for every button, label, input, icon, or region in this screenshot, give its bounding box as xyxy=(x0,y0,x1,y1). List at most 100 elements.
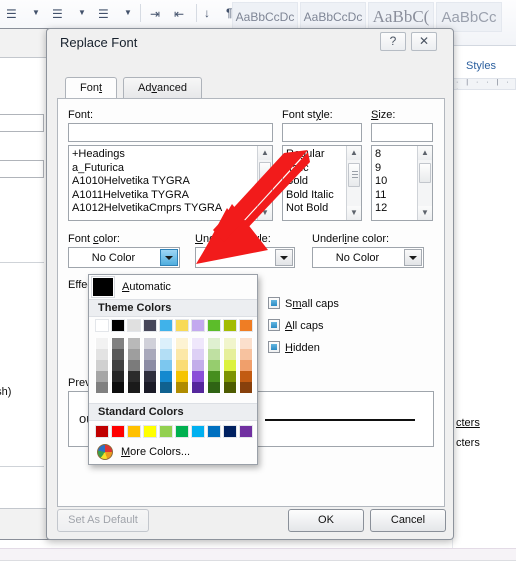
standard-color-swatch[interactable] xyxy=(127,425,141,438)
theme-color-variant-swatch[interactable] xyxy=(95,360,109,371)
style-item-2[interactable]: Bold xyxy=(286,175,346,189)
font-item-1[interactable]: a_Futurica xyxy=(72,162,257,176)
theme-color-variant-swatch[interactable] xyxy=(175,338,189,349)
font-listbox[interactable]: +Headings a_Futurica A1010Helvetika TYGR… xyxy=(68,145,273,221)
font-item-0[interactable]: +Headings xyxy=(72,148,257,162)
font-color-combo[interactable]: No Color xyxy=(68,247,180,268)
standard-color-swatch[interactable] xyxy=(95,425,109,438)
underline-color-combo[interactable]: No Color xyxy=(312,247,424,268)
theme-color-variant-swatch[interactable] xyxy=(95,338,109,349)
standard-color-swatch[interactable] xyxy=(159,425,173,438)
theme-color-variant-swatch[interactable] xyxy=(159,349,173,360)
theme-color-variant-swatch[interactable] xyxy=(175,360,189,371)
size-list-scrollbar[interactable]: ▲ ▼ xyxy=(417,146,432,220)
close-icon[interactable]: ✕ xyxy=(411,32,437,51)
theme-color-swatch[interactable] xyxy=(127,319,141,332)
help-icon[interactable]: ? xyxy=(380,32,406,51)
theme-color-variant-swatch[interactable] xyxy=(111,371,125,382)
style-item-4[interactable]: Not Bold xyxy=(286,202,346,216)
standard-color-swatch[interactable] xyxy=(191,425,205,438)
theme-color-variant-swatch[interactable] xyxy=(111,382,125,393)
theme-color-variant-swatch[interactable] xyxy=(143,360,157,371)
size-item-4[interactable]: 12 xyxy=(375,202,417,216)
theme-color-variant-swatch[interactable] xyxy=(111,349,125,360)
size-item-0[interactable]: 8 xyxy=(375,148,417,162)
theme-color-swatch[interactable] xyxy=(159,319,173,332)
standard-color-swatch[interactable] xyxy=(111,425,125,438)
checkbox-all-caps[interactable]: All caps xyxy=(268,319,324,332)
underline-style-combo[interactable] xyxy=(195,247,295,268)
bullet-list-icon[interactable]: ☰ xyxy=(6,8,17,20)
checkbox-box-small-caps[interactable] xyxy=(268,297,280,309)
standard-color-swatch[interactable] xyxy=(175,425,189,438)
theme-color-variant-swatch[interactable] xyxy=(223,382,237,393)
theme-color-variant-swatch[interactable] xyxy=(127,371,141,382)
theme-color-swatch[interactable] xyxy=(207,319,221,332)
set-as-default-button[interactable]: Set As Default xyxy=(57,509,149,532)
theme-color-variant-swatch[interactable] xyxy=(207,371,221,382)
ok-button[interactable]: OK xyxy=(288,509,364,532)
theme-color-variant-swatch[interactable] xyxy=(143,349,157,360)
theme-color-variant-swatch[interactable] xyxy=(207,349,221,360)
checkbox-box-all-caps[interactable] xyxy=(268,319,280,331)
theme-color-variant-swatch[interactable] xyxy=(111,338,125,349)
style-item-1[interactable]: Italic xyxy=(286,162,346,176)
scroll-up-icon[interactable]: ▲ xyxy=(418,146,432,160)
size-input[interactable] xyxy=(371,123,433,142)
cancel-button[interactable]: Cancel xyxy=(370,509,446,532)
size-scroll-thumb[interactable] xyxy=(419,163,431,183)
more-colors-item[interactable]: More Colors... xyxy=(89,440,257,464)
theme-color-variant-swatch[interactable] xyxy=(239,338,253,349)
chevron-down-icon-1[interactable]: ▼ xyxy=(32,9,40,17)
theme-color-variant-swatch[interactable] xyxy=(159,338,173,349)
font-color-dropdown-panel[interactable]: Automatic Theme Colors Standard Colors M… xyxy=(88,274,258,465)
font-style-input[interactable] xyxy=(282,123,362,142)
style-item-0[interactable]: Regular xyxy=(286,148,346,162)
tab-advanced[interactable]: Advanced xyxy=(123,77,202,99)
theme-color-variant-swatch[interactable] xyxy=(111,360,125,371)
decrease-indent-icon[interactable]: ⇥ xyxy=(150,8,160,20)
theme-color-variant-swatch[interactable] xyxy=(239,360,253,371)
theme-color-variant-swatch[interactable] xyxy=(175,371,189,382)
font-style-scrollbar[interactable]: ▲ ▼ xyxy=(346,146,361,220)
chevron-down-icon-3[interactable]: ▼ xyxy=(124,9,132,17)
theme-color-variant-swatch[interactable] xyxy=(159,371,173,382)
theme-color-swatch[interactable] xyxy=(223,319,237,332)
standard-color-swatch[interactable] xyxy=(207,425,221,438)
find-what-input[interactable] xyxy=(0,114,44,132)
theme-color-swatch[interactable] xyxy=(111,319,125,332)
numbered-list-icon[interactable]: ☰ xyxy=(52,8,63,20)
font-style-listbox[interactable]: Regular Italic Bold Bold Italic Not Bold… xyxy=(282,145,362,221)
underline-color-dropdown-button[interactable] xyxy=(404,249,422,266)
theme-color-variant-swatch[interactable] xyxy=(127,338,141,349)
theme-color-variant-swatch[interactable] xyxy=(143,382,157,393)
automatic-color-item[interactable]: Automatic xyxy=(89,275,257,299)
font-item-4[interactable]: A1012HelvetikaCmprs TYGRA xyxy=(72,202,257,216)
theme-color-variant-swatch[interactable] xyxy=(191,371,205,382)
theme-color-variant-swatch[interactable] xyxy=(191,338,205,349)
font-list-scrollbar[interactable]: ▲ ▼ xyxy=(257,146,272,220)
scroll-down-icon[interactable]: ▼ xyxy=(258,206,272,220)
theme-color-variant-swatch[interactable] xyxy=(127,360,141,371)
multilevel-list-icon[interactable]: ☰ xyxy=(98,8,109,20)
font-item-2[interactable]: A1010Helvetika TYGRA xyxy=(72,175,257,189)
theme-color-variant-swatch[interactable] xyxy=(127,382,141,393)
chevron-down-icon-2[interactable]: ▼ xyxy=(78,9,86,17)
theme-color-variant-swatch[interactable] xyxy=(223,338,237,349)
checkbox-small-caps[interactable]: Small caps xyxy=(268,297,339,310)
theme-color-swatch[interactable] xyxy=(239,319,253,332)
theme-color-swatch[interactable] xyxy=(191,319,205,332)
tab-font[interactable]: Font xyxy=(65,77,118,99)
theme-color-variant-swatch[interactable] xyxy=(175,349,189,360)
theme-color-variant-swatch[interactable] xyxy=(95,349,109,360)
theme-color-variant-swatch[interactable] xyxy=(127,349,141,360)
theme-color-swatch[interactable] xyxy=(95,319,109,332)
font-input[interactable] xyxy=(68,123,273,142)
sort-icon[interactable]: ↓ xyxy=(204,7,210,19)
scroll-down-icon[interactable]: ▼ xyxy=(347,206,361,220)
size-listbox[interactable]: 8 9 10 11 12 ▲ ▼ xyxy=(371,145,433,221)
standard-color-swatch[interactable] xyxy=(239,425,253,438)
theme-color-swatch[interactable] xyxy=(143,319,157,332)
checkbox-hidden[interactable]: Hidden xyxy=(268,341,320,354)
theme-color-variant-swatch[interactable] xyxy=(239,371,253,382)
